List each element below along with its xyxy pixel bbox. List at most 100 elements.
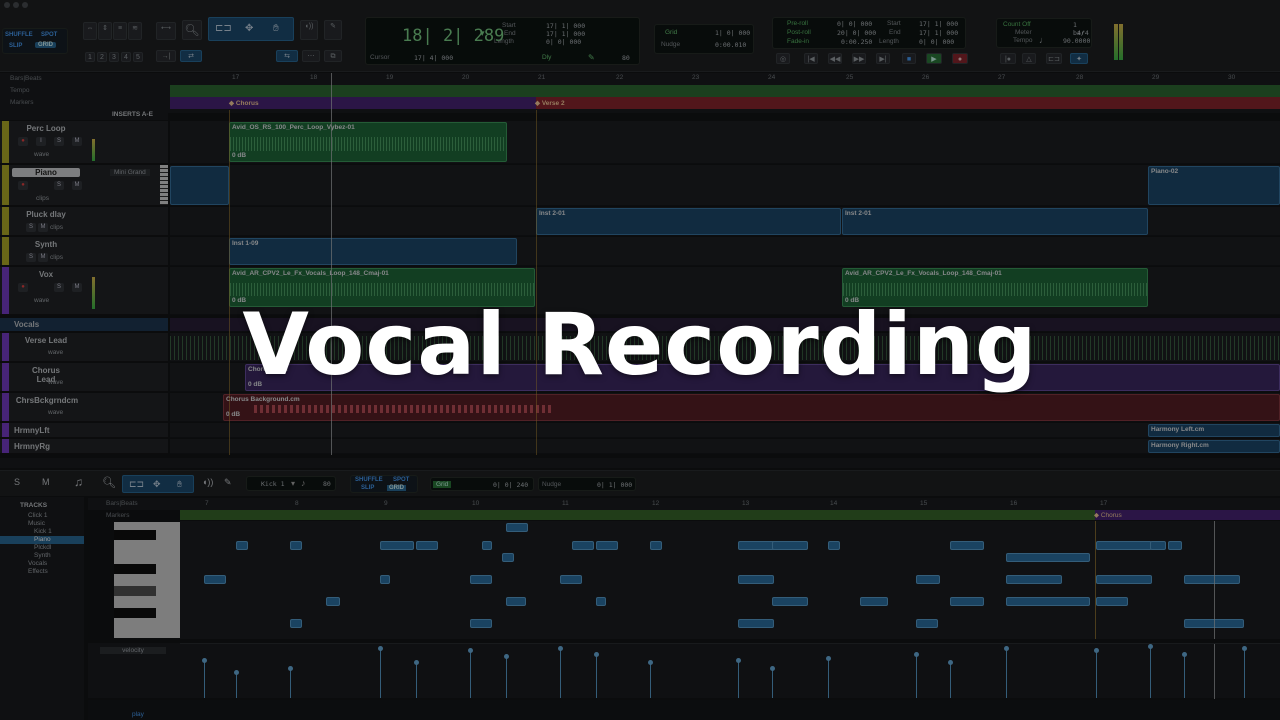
midi-clip-piano-start[interactable]	[170, 166, 229, 205]
midi-marker-strip[interactable]	[180, 510, 1095, 520]
solo-button[interactable]: S	[54, 137, 64, 146]
lane-piano[interactable]	[170, 165, 1280, 206]
input-monitor-button[interactable]: I	[36, 137, 46, 146]
track-view-selector[interactable]: wave	[48, 409, 63, 416]
window-controls[interactable]	[4, 1, 31, 10]
velocity-stem[interactable]	[202, 658, 207, 698]
midi-note[interactable]	[1096, 597, 1128, 606]
track-name[interactable]: Pluck dlay	[22, 210, 70, 219]
transport-end-value[interactable]: 17| 1| 000	[919, 29, 958, 37]
track-name[interactable]: ChrsBckgrndcm	[12, 396, 82, 405]
zoom-tool-icon[interactable]: 🔍︎	[102, 476, 116, 489]
velocity-stem[interactable]	[414, 660, 419, 698]
spot-mode-button[interactable]: SPOT	[393, 477, 409, 483]
track-perc-loop[interactable]: Perc Loop ● I S M wave	[0, 121, 168, 164]
transport-length-value[interactable]: 0| 0| 000	[919, 38, 954, 46]
default-velocity[interactable]: 80	[323, 480, 331, 488]
zoom-preset-5[interactable]: 5	[133, 52, 143, 62]
audio-clip-perc-loop[interactable]: Avid_OS_RS_100_Perc_Loop_Vybez-01 0 dB	[229, 122, 507, 162]
track-harmony-left[interactable]: HrmnyLft	[0, 423, 168, 438]
zoom-tool-icon[interactable]: 🔍︎	[182, 20, 202, 40]
track-list-item[interactable]: Click 1	[0, 512, 84, 520]
lane-harmony-right[interactable]	[170, 439, 1280, 454]
mute-button[interactable]: M	[72, 181, 82, 190]
audio-clip-harmony-left[interactable]: Harmony Left.cm	[1148, 424, 1280, 437]
track-list-item[interactable]: Synth	[0, 552, 84, 560]
track-synth[interactable]: Synth S M clips	[0, 237, 168, 266]
midi-note[interactable]	[290, 619, 302, 628]
track-list-item[interactable]: Vocals	[0, 560, 84, 568]
pencil-icon[interactable]: ✎	[588, 53, 595, 62]
pencil-tool-icon[interactable]: ✎	[224, 477, 232, 488]
stop-icon[interactable]: ■	[902, 53, 916, 64]
midi-note[interactable]	[1150, 541, 1166, 550]
selector-tool-icon[interactable]: ✥	[153, 478, 161, 490]
velocity-stem[interactable]	[648, 660, 653, 698]
main-counter[interactable]: 18| 2| 289 ▾ Start End Length 17| 1| 000…	[365, 17, 640, 65]
counter-dropdown-icon[interactable]: ▾	[480, 28, 485, 39]
midi-note[interactable]	[1006, 553, 1090, 562]
velocity-stem[interactable]	[1004, 646, 1009, 698]
online-icon[interactable]: ◎	[776, 53, 790, 64]
record-enable-button[interactable]: ●	[18, 283, 28, 292]
midi-note[interactable]	[416, 541, 438, 550]
lane-harmony-left[interactable]	[170, 423, 1280, 438]
zoom-preset-1[interactable]: 1	[85, 52, 95, 62]
midi-clip-inst1[interactable]: Inst 1-09	[229, 238, 517, 265]
solo-button[interactable]: S	[14, 477, 20, 487]
clip-gain[interactable]: 0 dB	[232, 152, 246, 159]
midi-grid-selector[interactable]: Grid 0| 0| 240	[430, 477, 534, 491]
nudge-value[interactable]: 0:00.010	[715, 41, 746, 49]
velocity-stem[interactable]	[826, 656, 831, 698]
midi-note[interactable]	[1006, 597, 1090, 606]
insertion-follows-icon[interactable]: ⋯	[302, 50, 320, 62]
shuffle-mode-button[interactable]: SHUFFLE	[5, 32, 33, 38]
track-view-selector[interactable]: clips	[36, 195, 49, 202]
return-to-zero-icon[interactable]: |◀	[804, 53, 818, 64]
midi-note[interactable]	[738, 541, 776, 550]
midi-note[interactable]	[916, 619, 938, 628]
mute-button[interactable]: M	[38, 253, 48, 262]
tempo-ruler-strip[interactable]	[170, 85, 1280, 97]
track-name[interactable]: HrmnyLft	[14, 426, 50, 435]
track-list-item[interactable]: Music	[0, 520, 84, 528]
preroll-value[interactable]: 0| 0| 000	[837, 20, 872, 28]
track-chorus-background[interactable]: ChrsBckgrndcm wave	[0, 393, 168, 422]
midi-note[interactable]	[738, 619, 774, 628]
velocity-stem[interactable]	[1182, 652, 1187, 698]
tempo-value[interactable]: 90.0000	[1063, 37, 1090, 45]
midi-note[interactable]	[950, 541, 984, 550]
link-timeline-icon[interactable]: ⇄	[180, 50, 202, 62]
midi-note[interactable]	[502, 553, 514, 562]
midi-note[interactable]	[380, 575, 390, 584]
zoom-preset-2[interactable]: 2	[97, 52, 107, 62]
solo-button[interactable]: S	[54, 283, 64, 292]
velocity-stem[interactable]	[770, 666, 775, 698]
counter-start-value[interactable]: 17| 1| 000	[546, 22, 585, 30]
velocity-stem[interactable]	[504, 654, 509, 698]
mute-button[interactable]: M	[72, 283, 82, 292]
solo-button[interactable]: S	[26, 253, 36, 262]
midi-note[interactable]	[326, 597, 340, 606]
markers-ruler-label[interactable]: Markers	[0, 97, 170, 109]
audio-clip-chorus-background[interactable]: Chorus Background.cm 0 dB	[223, 394, 1280, 421]
grabber-tool-icon[interactable]: ✋︎	[273, 23, 279, 35]
playhead-cursor[interactable]	[331, 73, 332, 455]
horizontal-scrollbar[interactable]	[0, 458, 1280, 468]
midi-note[interactable]	[596, 541, 618, 550]
marker-strip-verse[interactable]	[536, 97, 1280, 109]
fadein-label[interactable]: Fade-in	[787, 38, 809, 45]
midi-note[interactable]	[860, 597, 888, 606]
scrubber-tool-icon[interactable]: ◖))	[300, 20, 318, 40]
transport-start-value[interactable]: 17| 1| 000	[919, 20, 958, 28]
midi-note[interactable]	[1006, 575, 1062, 584]
spot-mode-button[interactable]: SPOT	[41, 32, 57, 38]
midi-note[interactable]	[204, 575, 226, 584]
record-icon[interactable]: ●	[952, 53, 968, 64]
velocity-stem[interactable]	[914, 652, 919, 698]
marker-chorus[interactable]: ◆ Chorus	[229, 99, 259, 107]
mute-button[interactable]: M	[72, 137, 82, 146]
zoom-out-icon[interactable]: ⇔	[83, 22, 97, 40]
midi-merge-icon[interactable]: ⊏⊐	[1046, 53, 1062, 64]
slip-mode-button[interactable]: SLIP	[9, 43, 22, 49]
